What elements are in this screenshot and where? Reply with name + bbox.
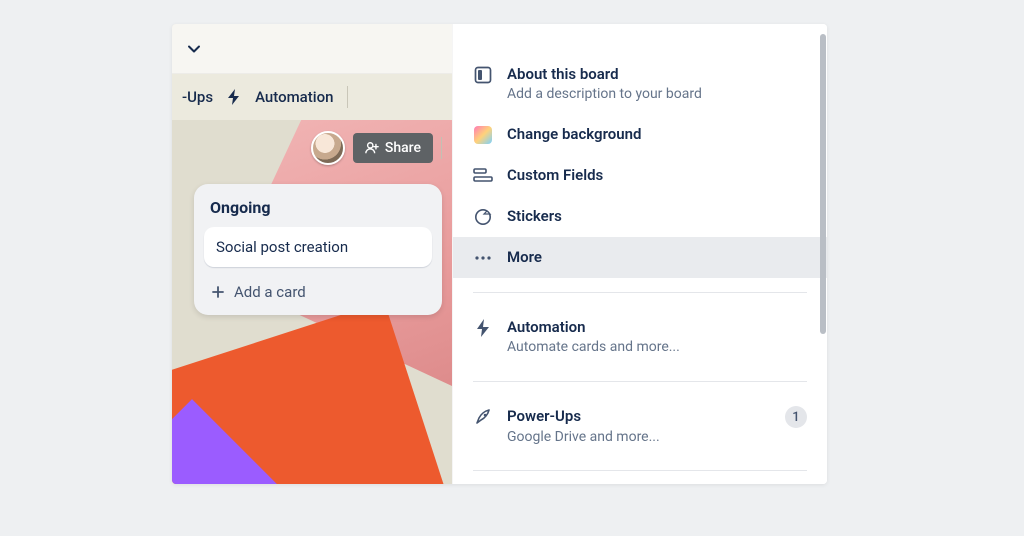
menu-item-title: Stickers — [507, 206, 807, 226]
sticker-icon — [473, 207, 493, 227]
share-label: Share — [385, 140, 421, 156]
powerups-label-tail[interactable]: -Ups — [182, 88, 213, 106]
more-icon — [473, 248, 493, 268]
board-menu-panel: About this board Add a description to yo… — [452, 24, 827, 484]
menu-about-board[interactable]: About this board Add a description to yo… — [453, 54, 827, 114]
menu-change-background[interactable]: Change background — [453, 114, 827, 155]
scrollbar[interactable] — [818, 24, 827, 484]
board-toolbar-right: Share — [172, 120, 452, 176]
menu-item-subtitle: Add a description to your board — [507, 85, 807, 104]
menu-stickers[interactable]: Stickers — [453, 196, 827, 237]
chevron-down-button[interactable] — [180, 35, 208, 63]
card[interactable]: Social post creation — [204, 227, 432, 267]
rocket-icon — [473, 407, 493, 427]
menu-item-title: About this board — [507, 64, 807, 84]
add-card-button[interactable]: Add a card — [204, 277, 432, 303]
menu-more[interactable]: More — [453, 237, 827, 278]
card-title: Social post creation — [216, 238, 348, 256]
bolt-icon — [473, 318, 493, 338]
scroll-thumb[interactable] — [820, 34, 826, 334]
topbar — [172, 24, 452, 74]
board-icon — [473, 65, 493, 85]
menu-item-title: Custom Fields — [507, 165, 807, 185]
menu-divider — [473, 470, 807, 471]
list-title[interactable]: Ongoing — [204, 198, 432, 227]
list-ongoing[interactable]: Ongoing Social post creation Add a card — [194, 184, 442, 315]
menu-item-subtitle: Automate cards and more... — [507, 338, 807, 357]
menu-automation[interactable]: Automation Automate cards and more... — [453, 307, 827, 367]
powerups-count-badge: 1 — [785, 406, 807, 428]
board-toolbar: -Ups Automation — [172, 74, 452, 120]
menu-power-ups[interactable]: Power-Ups Google Drive and more... 1 — [453, 396, 827, 456]
share-button[interactable]: Share — [353, 133, 433, 163]
menu-custom-fields[interactable]: Custom Fields — [453, 155, 827, 196]
menu-item-title: More — [507, 247, 807, 267]
plus-icon — [210, 284, 226, 300]
menu-item-subtitle: Google Drive and more... — [507, 428, 771, 447]
background-swatch-icon — [473, 125, 493, 145]
avatar[interactable] — [311, 131, 345, 165]
bolt-icon — [227, 89, 241, 105]
menu-item-title: Automation — [507, 317, 807, 337]
app-window: -Ups Automation Share Ongoing Social pos… — [172, 24, 827, 484]
menu-divider — [473, 381, 807, 382]
menu-item-title: Change background — [507, 124, 807, 144]
toolbar-divider — [441, 137, 442, 159]
menu-divider — [473, 292, 807, 293]
automation-toolbar-button[interactable]: Automation — [255, 88, 333, 106]
menu-item-title: Power-Ups — [507, 406, 771, 426]
chevron-down-icon — [186, 41, 202, 57]
toolbar-divider — [347, 86, 348, 108]
add-user-icon — [365, 141, 379, 155]
add-card-label: Add a card — [234, 283, 306, 301]
custom-fields-icon — [473, 166, 493, 186]
